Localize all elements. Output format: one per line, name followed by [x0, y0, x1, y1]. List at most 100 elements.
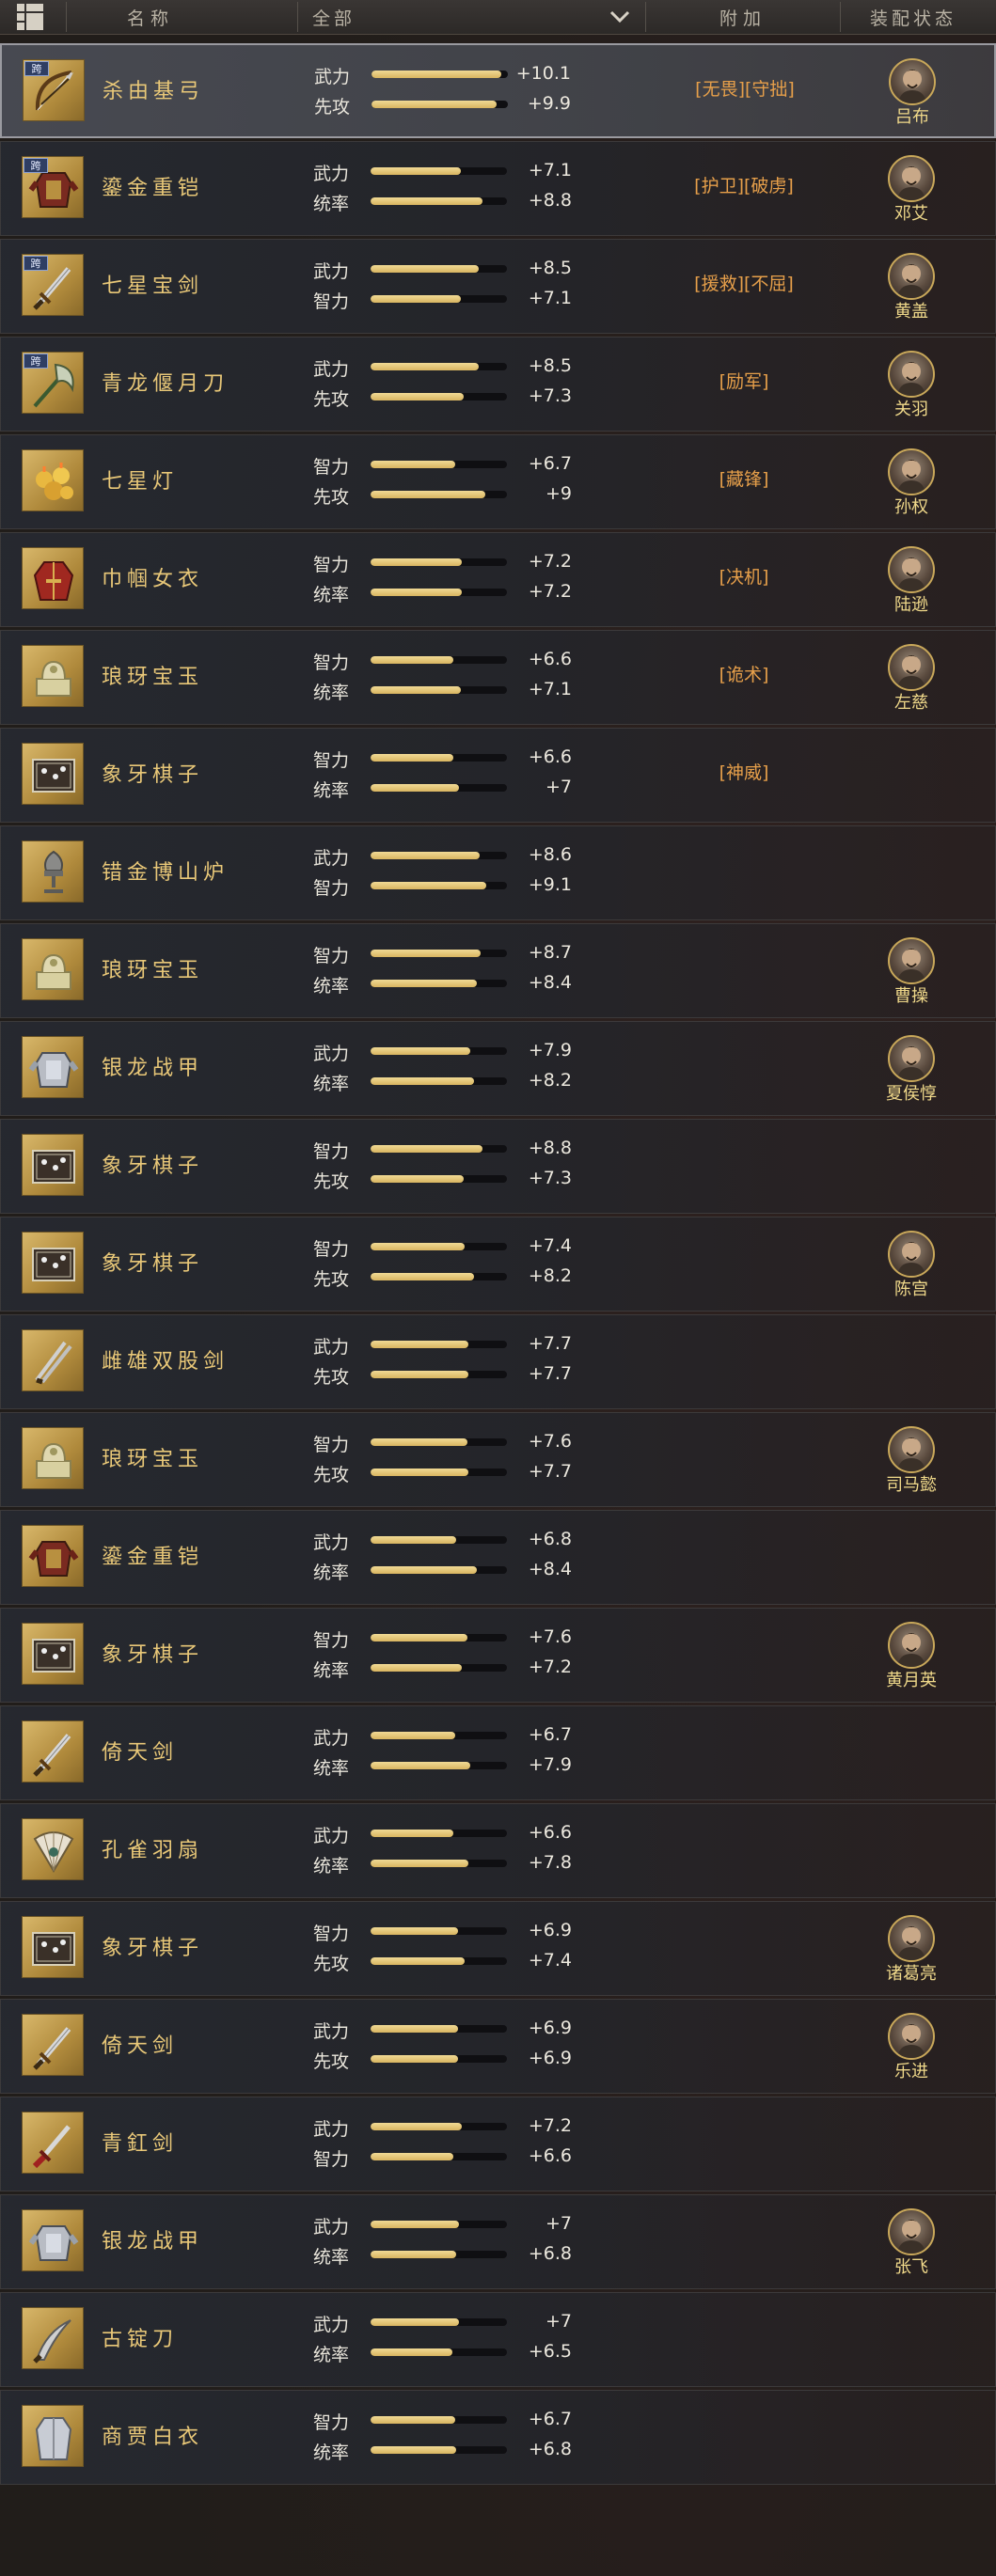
equipment-row[interactable]: 跨杀由基弓 武力 +10.1 先攻 +9.9 [无畏][守拙] 吕布 — [0, 43, 996, 138]
stat-value: +8.5 — [528, 258, 572, 278]
item-icon-frame[interactable] — [22, 1232, 84, 1294]
stat-bar — [371, 1860, 507, 1867]
equipment-row[interactable]: 象牙棋子 智力 +7.6 统率 +7.2 黄月英 — [0, 1608, 996, 1703]
item-icon-frame[interactable] — [22, 449, 84, 511]
item-name: 琅玡宝玉 — [102, 666, 204, 689]
equipment-row[interactable]: 青釭剑 武力 +7.2 智力 +6.6 — [0, 2097, 996, 2191]
hero-avatar[interactable] — [888, 1622, 935, 1669]
stat-bar — [371, 1145, 507, 1153]
stat-value: +7.7 — [528, 1333, 572, 1354]
item-name: 象牙棋子 — [102, 1937, 204, 1960]
item-name: 象牙棋子 — [102, 1252, 204, 1276]
equipment-row[interactable]: 巾帼女衣 智力 +7.2 统率 +7.2 [决机] 陆逊 — [0, 532, 996, 627]
equipment-row[interactable]: 孔雀羽扇 武力 +6.6 统率 +7.8 — [0, 1803, 996, 1898]
item-icon-frame[interactable] — [22, 1818, 84, 1880]
item-name: 鎏金重铠 — [102, 1546, 204, 1569]
item-icon-frame[interactable] — [22, 2307, 84, 2369]
equipment-row[interactable]: 错金博山炉 武力 +8.6 智力 +9.1 — [0, 825, 996, 920]
item-icon-frame[interactable] — [22, 743, 84, 805]
filter-dropdown-label[interactable]: 全部 — [312, 5, 356, 30]
stat-bar — [371, 393, 507, 401]
equipment-row[interactable]: 银龙战甲 武力 +7.9 统率 +8.2 夏侯惇 — [0, 1021, 996, 1116]
stat-bar-fill — [371, 2055, 458, 2063]
item-icon-frame[interactable] — [22, 938, 84, 1000]
stat-bar — [371, 589, 507, 596]
equipment-row[interactable]: 古锭刀 武力 +7 统率 +6.5 — [0, 2292, 996, 2387]
equipped-hero-name: 陆逊 — [894, 595, 928, 615]
layout-toggle-icon[interactable] — [17, 4, 45, 30]
equipment-row[interactable]: 象牙棋子 智力 +6.9 先攻 +7.4 诸葛亮 — [0, 1901, 996, 1996]
stat-bar — [371, 1047, 507, 1055]
item-icon-frame[interactable] — [22, 1916, 84, 1978]
item-icon-frame[interactable] — [22, 2209, 84, 2271]
column-header-equip-status[interactable]: 装配状态 — [870, 5, 956, 30]
hero-avatar[interactable] — [888, 1915, 935, 1962]
hero-avatar[interactable] — [888, 2208, 935, 2255]
chess-icon — [32, 1639, 75, 1673]
equipment-row[interactable]: 商贾白衣 智力 +6.7 统率 +6.8 — [0, 2390, 996, 2485]
equipment-row[interactable]: 象牙棋子 智力 +6.6 统率 +7 [神威] — [0, 728, 996, 823]
item-icon-frame[interactable] — [22, 547, 84, 609]
equipment-row[interactable]: 象牙棋子 智力 +8.8 先攻 +7.3 — [0, 1119, 996, 1214]
equipment-row[interactable]: 七星灯 智力 +6.7 先攻 +9 [藏锋] 孙权 — [0, 434, 996, 529]
stat-label: 武力 — [313, 2021, 350, 2042]
stat-label: 先攻 — [313, 1954, 350, 1974]
hero-avatar[interactable] — [888, 644, 935, 691]
item-icon-frame[interactable] — [22, 1525, 84, 1587]
stat-bar-fill — [371, 1047, 470, 1055]
equipment-row[interactable]: 雌雄双股剑 武力 +7.7 先攻 +7.7 — [0, 1314, 996, 1409]
item-name: 古锭刀 — [102, 2328, 179, 2351]
item-name: 杀由基弓 — [103, 80, 205, 103]
hero-avatar[interactable] — [888, 2013, 935, 2060]
item-icon-frame[interactable] — [22, 2112, 84, 2174]
equipment-row[interactable]: 倚天剑 武力 +6.7 统率 +7.9 — [0, 1705, 996, 1800]
stat-bar — [371, 1927, 507, 1935]
hero-avatar[interactable] — [888, 1035, 935, 1082]
equipment-row[interactable]: 鎏金重铠 武力 +6.8 统率 +8.4 — [0, 1510, 996, 1605]
stat-label: 智力 — [313, 750, 350, 771]
chevron-down-icon[interactable] — [608, 6, 632, 26]
hero-avatar[interactable] — [888, 351, 935, 398]
hero-avatar[interactable] — [889, 58, 936, 105]
stat-bar-fill — [371, 656, 454, 664]
equipment-row[interactable]: 琅玡宝玉 智力 +6.6 统率 +7.1 [诡术] 左慈 — [0, 630, 996, 725]
equipment-row[interactable]: 琅玡宝玉 智力 +7.6 先攻 +7.7 司马懿 — [0, 1412, 996, 1507]
item-icon-frame[interactable] — [22, 840, 84, 903]
hero-avatar[interactable] — [888, 1426, 935, 1473]
stat-bar-fill — [372, 71, 501, 78]
stat-bar-fill — [371, 491, 485, 498]
item-icon-frame[interactable] — [22, 1720, 84, 1783]
item-name: 青龙偃月刀 — [102, 372, 229, 396]
hero-avatar[interactable] — [888, 253, 935, 300]
item-icon-frame[interactable] — [22, 1427, 84, 1489]
item-icon-frame[interactable] — [22, 1623, 84, 1685]
equipment-row[interactable]: 琅玡宝玉 智力 +8.7 统率 +8.4 曹操 — [0, 923, 996, 1018]
equipment-row[interactable]: 跨七星宝剑 武力 +8.5 智力 +7.1 [援救][不屈] 黄盖 — [0, 239, 996, 334]
stat-bar-fill — [371, 295, 461, 303]
item-icon-frame[interactable] — [22, 645, 84, 707]
item-icon-frame[interactable] — [22, 1329, 84, 1391]
stat-label: 武力 — [313, 848, 350, 869]
stat-bar — [371, 197, 507, 205]
stat-label: 武力 — [313, 359, 350, 380]
stat-bar — [371, 2348, 507, 2356]
equipment-row[interactable]: 象牙棋子 智力 +7.4 先攻 +8.2 陈宫 — [0, 1217, 996, 1312]
stat-value: +7.2 — [528, 551, 572, 572]
item-icon-frame[interactable] — [22, 1036, 84, 1098]
hero-avatar[interactable] — [888, 155, 935, 202]
hero-avatar[interactable] — [888, 1231, 935, 1278]
equipment-row[interactable]: 跨鎏金重铠 武力 +7.1 统率 +8.8 [护卫][破虏] 邓艾 — [0, 141, 996, 236]
column-header-bonus[interactable]: 附加 — [719, 5, 767, 30]
item-icon-frame[interactable] — [22, 1134, 84, 1196]
equipment-row[interactable]: 倚天剑 武力 +6.9 先攻 +6.9 乐进 — [0, 1999, 996, 2094]
hero-avatar[interactable] — [888, 448, 935, 495]
column-header-name[interactable]: 名称 — [127, 5, 174, 30]
equipped-hero-name: 左慈 — [894, 693, 928, 713]
item-icon-frame[interactable] — [22, 2014, 84, 2076]
equipment-row[interactable]: 银龙战甲 武力 +7 统率 +6.8 张飞 — [0, 2194, 996, 2289]
item-icon-frame[interactable] — [22, 2405, 84, 2467]
hero-avatar[interactable] — [888, 546, 935, 593]
equipment-row[interactable]: 跨青龙偃月刀 武力 +8.5 先攻 +7.3 [励军] 关羽 — [0, 337, 996, 432]
sabre-icon — [33, 2319, 71, 2364]
hero-avatar[interactable] — [888, 937, 935, 984]
